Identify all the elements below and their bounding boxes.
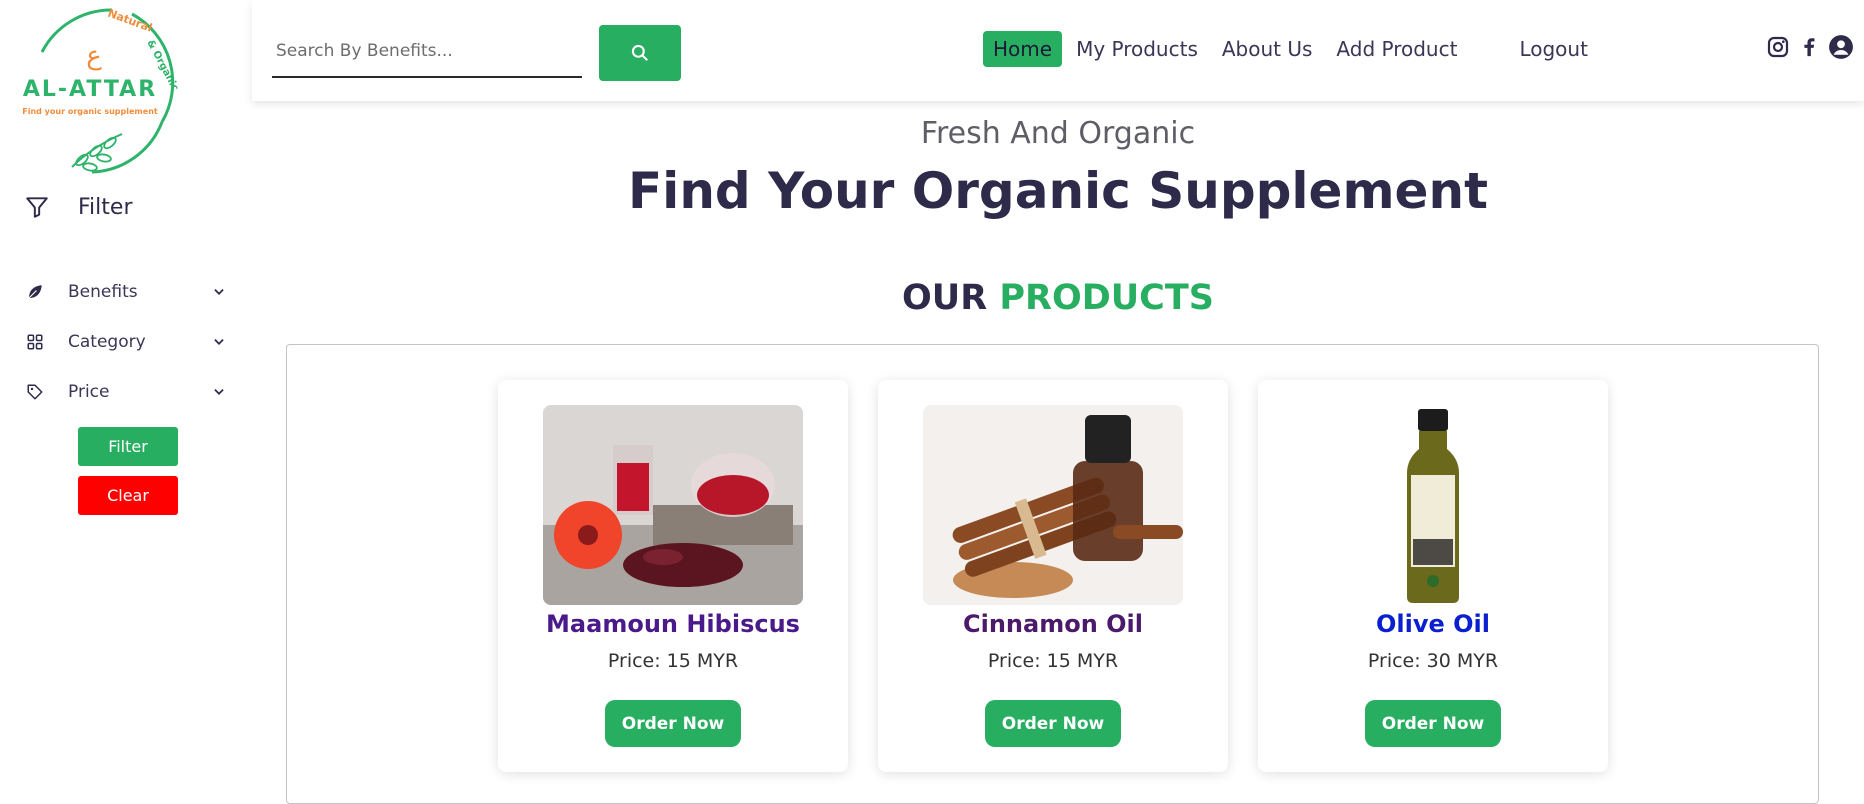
nav-about-us[interactable]: About Us xyxy=(1222,37,1313,61)
sidebar-item-label: Price xyxy=(68,382,110,402)
tag-icon xyxy=(27,384,43,400)
section-title-dark: OUR xyxy=(902,278,988,318)
hero-subtitle: Fresh And Organic xyxy=(920,116,1196,151)
funnel-icon xyxy=(26,197,48,218)
section-title-green: PRODUCTS xyxy=(999,278,1214,318)
sidebar-item-label: Benefits xyxy=(68,282,138,302)
section-title: OUR PRODUCTS xyxy=(252,278,1864,318)
chevron-down-icon xyxy=(214,289,224,295)
nav-add-product[interactable]: Add Product xyxy=(1336,37,1457,61)
search-input[interactable] xyxy=(272,26,582,78)
product-price: Price: 30 MYR xyxy=(1367,650,1499,672)
product-name[interactable]: Olive Oil xyxy=(1258,610,1608,638)
sidebar-item-price[interactable]: Price xyxy=(26,377,226,407)
order-now-button[interactable]: Order Now xyxy=(985,700,1121,747)
svg-text:Find your organic supplement: Find your organic supplement xyxy=(22,107,158,116)
product-name[interactable]: Maamoun Hibiscus xyxy=(498,610,848,638)
filter-button[interactable]: Filter xyxy=(78,427,178,466)
leaf-icon xyxy=(28,285,42,299)
product-card: Maamoun Hibiscus Price: 15 MYR Order Now xyxy=(498,380,848,772)
grid-icon xyxy=(27,334,43,350)
instagram-icon[interactable] xyxy=(1766,35,1790,59)
sidebar-item-category[interactable]: Category xyxy=(26,327,226,357)
svg-text:AL-ATTAR: AL-ATTAR xyxy=(23,77,157,102)
product-image[interactable] xyxy=(923,405,1183,605)
svg-text:ع: ع xyxy=(86,41,102,71)
product-card: Olive Oil Price: 30 MYR Order Now xyxy=(1258,380,1608,772)
svg-text:Natural: Natural xyxy=(106,7,154,35)
product-card: Cinnamon Oil Price: 15 MYR Order Now xyxy=(878,380,1228,772)
product-name[interactable]: Cinnamon Oil xyxy=(878,610,1228,638)
nav-my-products[interactable]: My Products xyxy=(1076,37,1198,61)
al-attar-logo[interactable]: Natural & Organic ع AL-ATTAR Find your o… xyxy=(12,2,190,180)
filter-heading-label: Filter xyxy=(78,194,133,220)
sidebar-item-label: Category xyxy=(68,332,146,352)
sidebar-item-benefits[interactable]: Benefits xyxy=(26,277,226,307)
order-now-button[interactable]: Order Now xyxy=(1365,700,1501,747)
filter-heading: Filter xyxy=(24,190,132,224)
social-links xyxy=(1766,34,1862,60)
chevron-down-icon xyxy=(214,339,224,345)
main-nav: Home My Products About Us Add Product Lo… xyxy=(983,30,1612,68)
sidebar: Natural & Organic ع AL-ATTAR Find your o… xyxy=(0,0,250,788)
user-account-icon[interactable] xyxy=(1828,34,1854,60)
search-button[interactable] xyxy=(599,25,681,81)
search-icon xyxy=(631,44,648,61)
chevron-down-icon xyxy=(214,389,224,395)
product-image[interactable] xyxy=(1303,405,1563,605)
page-title: Find Your Organic Supplement xyxy=(628,162,1488,220)
top-navbar: Home My Products About Us Add Product Lo… xyxy=(252,0,1864,101)
facebook-icon[interactable] xyxy=(1798,34,1820,60)
order-now-button[interactable]: Order Now xyxy=(605,700,741,747)
clear-button[interactable]: Clear xyxy=(78,476,178,515)
product-image[interactable] xyxy=(543,405,803,605)
product-price: Price: 15 MYR xyxy=(607,650,739,672)
nav-home[interactable]: Home xyxy=(983,31,1063,67)
product-price: Price: 15 MYR xyxy=(987,650,1119,672)
nav-logout[interactable]: Logout xyxy=(1519,37,1587,61)
